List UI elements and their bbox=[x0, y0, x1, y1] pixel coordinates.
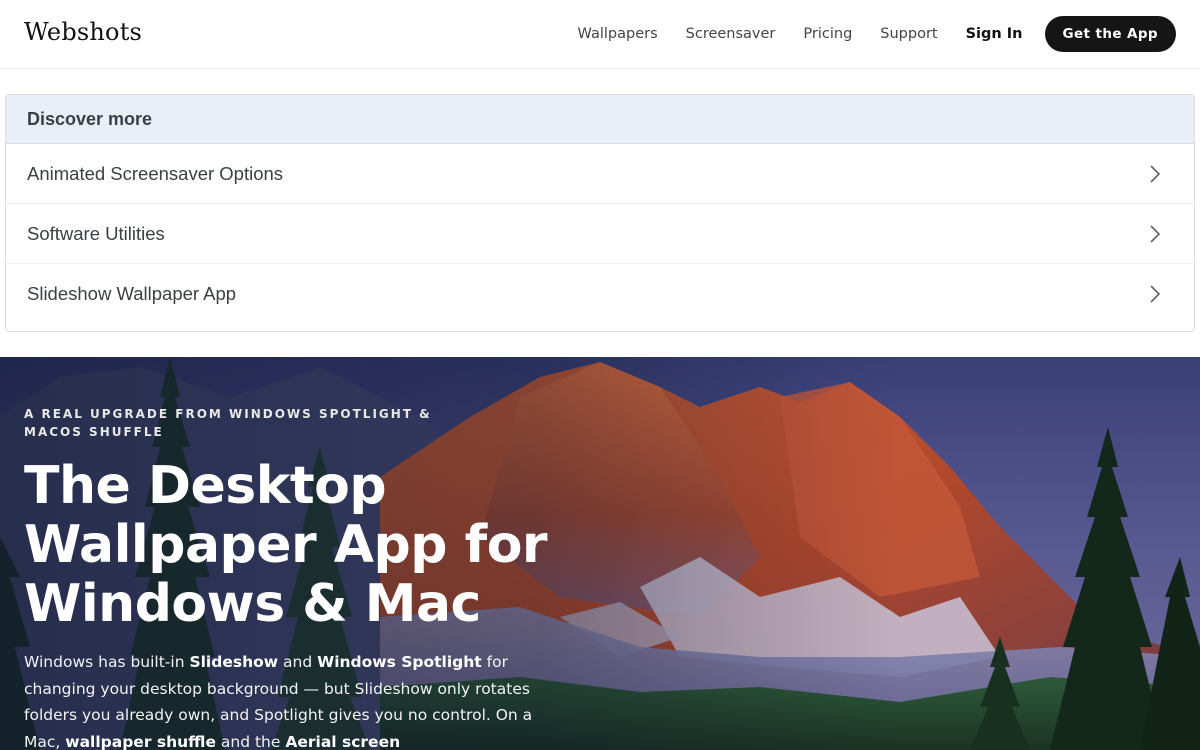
discover-item-slideshow-wallpaper[interactable]: Slideshow Wallpaper App bbox=[6, 264, 1194, 324]
discover-item-label: Slideshow Wallpaper App bbox=[27, 283, 237, 304]
hero-text: and bbox=[278, 653, 318, 671]
hero-text: Windows has built-in bbox=[24, 653, 190, 671]
hero-emphasis: Aerial screen bbox=[285, 732, 401, 750]
hero-text: and the bbox=[215, 732, 286, 750]
nav-link-wallpapers[interactable]: Wallpapers bbox=[578, 26, 658, 42]
discover-item-software-utilities[interactable]: Software Utilities bbox=[6, 204, 1194, 264]
get-the-app-button[interactable]: Get the App bbox=[1044, 16, 1176, 52]
discover-item-label: Software Utilities bbox=[27, 222, 165, 244]
site-header: Webshots Wallpapers Screensaver Pricing … bbox=[0, 0, 1200, 69]
discover-item-label: Animated Screensaver Options bbox=[27, 162, 284, 184]
nav-link-screensaver[interactable]: Screensaver bbox=[686, 26, 776, 42]
site-logo[interactable]: Webshots bbox=[24, 18, 142, 46]
main-nav: Wallpapers Screensaver Pricing Support S… bbox=[578, 16, 1176, 52]
discover-more-title: Discover more bbox=[27, 108, 153, 129]
discover-item-animated-screensaver[interactable]: Animated Screensaver Options bbox=[6, 144, 1194, 204]
sign-in-link[interactable]: Sign In bbox=[966, 26, 1023, 42]
discover-more-header: Discover more bbox=[6, 95, 1194, 144]
hero-emphasis: Windows Spotlight bbox=[317, 653, 482, 671]
hero-emphasis: wallpaper shuffle bbox=[65, 732, 216, 750]
chevron-right-icon bbox=[1150, 164, 1161, 183]
nav-link-support[interactable]: Support bbox=[880, 26, 937, 42]
hero-description: Windows has built-in Slideshow and Windo… bbox=[24, 649, 534, 750]
hero-section: A REAL UPGRADE FROM WINDOWS SPOTLIGHT & … bbox=[0, 357, 1200, 750]
nav-link-pricing[interactable]: Pricing bbox=[803, 26, 852, 42]
chevron-right-icon bbox=[1150, 285, 1161, 303]
chevron-right-icon bbox=[1150, 224, 1161, 243]
hero-title: The Desktop Wallpaper App for Windows & … bbox=[24, 456, 548, 634]
hero-emphasis: Slideshow bbox=[189, 653, 279, 671]
hero-eyebrow: A REAL UPGRADE FROM WINDOWS SPOTLIGHT & … bbox=[24, 407, 432, 439]
discover-more-panel: Discover more Animated Screensaver Optio… bbox=[5, 94, 1195, 332]
